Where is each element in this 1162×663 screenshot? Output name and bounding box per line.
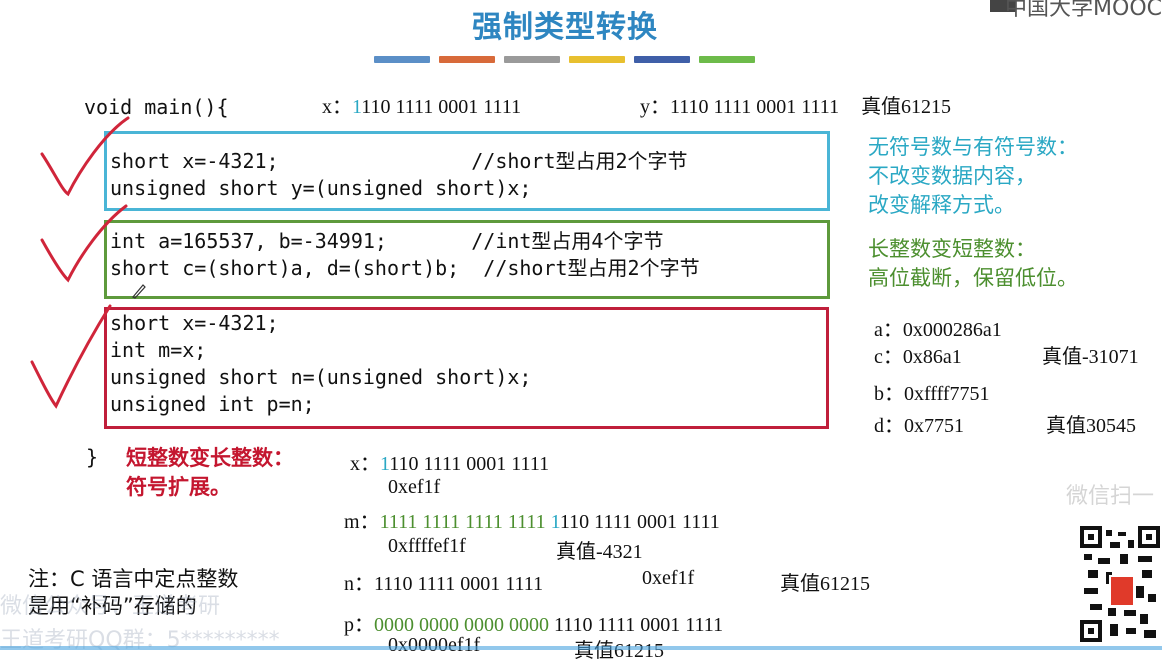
note-unsigned-signed: 无符号数与有符号数： 不改变数据内容， 改变解释方式。 [868,135,1078,217]
color-segment [699,56,755,63]
value-a: a：0x000286a1 [874,319,1002,341]
color-segment [439,56,495,63]
value-d: d：0x7751 [874,415,964,437]
bottom-n-value: n：1110 1111 0001 1111 [344,573,544,595]
bottom-n-true: 真值61215 [780,573,870,595]
bottom-m-hex: 0xffffef1f [388,535,466,557]
progress-line [0,646,1162,650]
check-mark-icon [40,116,130,197]
box1-code: short x=-4321; //short型占用2个字节 unsigned s… [110,149,688,200]
box3-code: short x=-4321; int m=x; unsigned short n… [110,311,532,416]
note-short-to-long: 短整数变长整数： 符号扩展。 [126,446,294,499]
bottom-m-value: m：1111 1111 1111 1111 1110 1111 0001 111… [344,511,720,533]
qr-code-icon [1080,524,1160,644]
note-long-to-short: 长整数变短整数： 高位截断，保留低位。 [868,237,1078,290]
check-mark-icon [30,304,112,409]
value-c: c：0x86a1 [874,346,962,368]
pen-cursor-icon [132,284,146,299]
value-d-true: 真值30545 [1046,415,1136,437]
mooc-logo-text: 中国大学MOOC [1005,0,1162,21]
check-mark-icon [40,204,128,283]
top-x-value: x：1110 1111 0001 1111 [322,96,522,118]
bottom-x-value: x：1110 1111 0001 1111 [350,453,550,475]
top-y-value: y：1110 1111 0001 1111 真值61215 [640,96,952,118]
value-c-true: 真值-31071 [1042,346,1139,368]
value-b: b：0xffff7751 [874,383,990,405]
bottom-m-true: 真值-4321 [556,541,643,563]
bottom-x-hex: 0xef1f [388,476,441,498]
color-segment [374,56,430,63]
main-closing-brace: } [86,445,99,469]
watermark-text: 微信公众号：王道考研 [0,594,221,619]
bottom-p-value: p：0000 0000 0000 0000 1110 1111 0001 111… [344,614,724,636]
color-segment [569,56,625,63]
color-segment [634,56,690,63]
title-color-bar [374,56,755,63]
slide-title: 强制类型转换 [472,10,658,45]
color-segment [504,56,560,63]
box2-code: int a=165537, b=-34991; //int型占用4个字节 sho… [110,229,700,280]
bottom-n-hex: 0xef1f [642,567,695,589]
wechat-scan-text: 微信扫一 [1066,484,1155,509]
